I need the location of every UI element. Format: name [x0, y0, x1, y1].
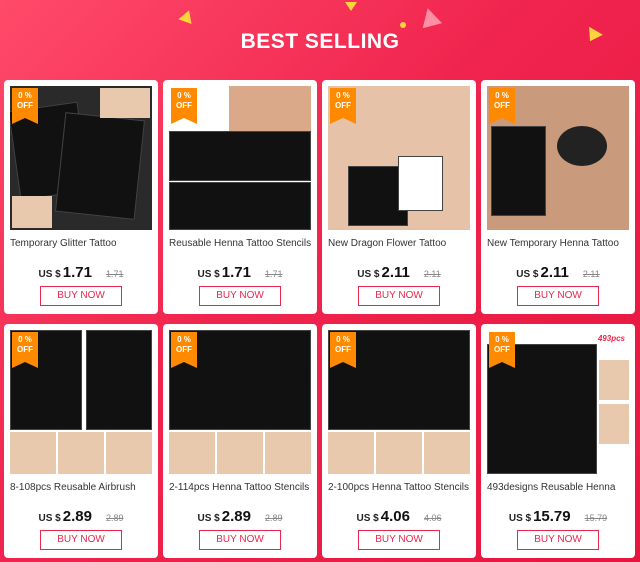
buy-now-button[interactable]: BUY NOW: [358, 286, 440, 306]
discount-badge: 0 % OFF: [489, 332, 515, 368]
price-row: US $2.11 2.11: [322, 264, 476, 282]
product-card[interactable]: 0 % OFF New Temporary Henna Tattoo US $2.…: [481, 80, 635, 314]
original-price: 1.71: [264, 269, 283, 279]
buy-now-button[interactable]: BUY NOW: [40, 286, 122, 306]
currency-label: US $: [197, 513, 220, 524]
discount-badge: 0 % OFF: [330, 332, 356, 368]
buy-now-button[interactable]: BUY NOW: [199, 286, 281, 306]
product-card[interactable]: 0 % OFF Reusable Henna Tattoo Stencils US…: [163, 80, 317, 314]
product-card[interactable]: 0 % OFF 2-114pcs Henna Tattoo Stencils US…: [163, 324, 317, 558]
product-price: 2.11: [381, 264, 410, 281]
buy-now-button[interactable]: BUY NOW: [517, 530, 599, 550]
product-price: 15.79: [533, 508, 571, 525]
confetti: [178, 7, 196, 25]
original-price: 2.89: [105, 513, 124, 523]
product-price: 1.71: [221, 264, 251, 281]
product-name[interactable]: 2-114pcs Henna Tattoo Stencils: [169, 482, 313, 493]
confetti: [418, 5, 442, 29]
price-row: US $2.89 2.89: [163, 508, 317, 526]
discount-badge: 0 % OFF: [12, 88, 38, 124]
buy-now-button[interactable]: BUY NOW: [358, 530, 440, 550]
buy-now-button[interactable]: BUY NOW: [199, 530, 281, 550]
product-card[interactable]: 0 % OFF Temporary Glitter Tattoo US $1.71…: [4, 80, 158, 314]
product-name[interactable]: 8-108pcs Reusable Airbrush: [10, 482, 154, 493]
product-card[interactable]: 0 % OFF 2-100pcs Henna Tattoo Stencils US…: [322, 324, 476, 558]
buy-now-button[interactable]: BUY NOW: [517, 286, 599, 306]
product-name[interactable]: New Dragon Flower Tattoo: [328, 238, 472, 249]
product-name[interactable]: Reusable Henna Tattoo Stencils: [169, 238, 313, 249]
discount-badge: 0 % OFF: [171, 88, 197, 124]
currency-label: US $: [197, 269, 220, 280]
confetti: [400, 22, 406, 28]
product-price: 2.89: [221, 508, 251, 525]
product-price: 4.06: [380, 508, 410, 525]
currency-label: US $: [356, 513, 379, 524]
original-price: 2.11: [582, 269, 600, 279]
price-row: US $4.06 4.06: [322, 508, 476, 526]
original-price: 1.71: [105, 269, 124, 279]
product-card[interactable]: 0 % OFF 8-108pcs Reusable Airbrush US $2.…: [4, 324, 158, 558]
currency-label: US $: [38, 269, 61, 280]
product-card[interactable]: 493pcs 0 % OFF 493designs Reusable Henna …: [481, 324, 635, 558]
section-title: BEST SELLING: [240, 30, 400, 53]
price-row: US $2.89 2.89: [4, 508, 158, 526]
currency-label: US $: [508, 513, 532, 524]
confetti: [345, 2, 357, 11]
original-price: 4.06: [423, 513, 442, 523]
product-price: 1.71: [62, 264, 92, 281]
product-price: 2.89: [62, 508, 92, 525]
image-tag: 493pcs: [597, 334, 625, 343]
product-name[interactable]: 2-100pcs Henna Tattoo Stencils: [328, 482, 472, 493]
product-price: 2.11: [540, 264, 569, 281]
discount-badge: 0 % OFF: [330, 88, 356, 124]
price-row: US $1.71 1.71: [163, 264, 317, 282]
currency-label: US $: [516, 269, 539, 280]
product-card[interactable]: 0 % OFF New Dragon Flower Tattoo US $2.11…: [322, 80, 476, 314]
original-price: 15.79: [584, 513, 608, 523]
price-row: US $1.71 1.71: [4, 264, 158, 282]
discount-badge: 0 % OFF: [12, 332, 38, 368]
original-price: 2.11: [423, 269, 441, 279]
discount-badge: 0 % OFF: [489, 88, 515, 124]
product-grid: 0 % OFF Temporary Glitter Tattoo US $1.71…: [4, 80, 636, 558]
buy-now-button[interactable]: BUY NOW: [40, 530, 122, 550]
discount-badge: 0 % OFF: [171, 332, 197, 368]
product-name[interactable]: New Temporary Henna Tattoo: [487, 238, 631, 249]
original-price: 2.89: [264, 513, 283, 523]
currency-label: US $: [357, 269, 380, 280]
price-row: US $2.11 2.11: [481, 264, 635, 282]
price-row: US $15.79 15.79: [481, 508, 635, 526]
product-name[interactable]: 493designs Reusable Henna: [487, 482, 631, 493]
currency-label: US $: [38, 513, 61, 524]
product-name[interactable]: Temporary Glitter Tattoo: [10, 238, 154, 249]
